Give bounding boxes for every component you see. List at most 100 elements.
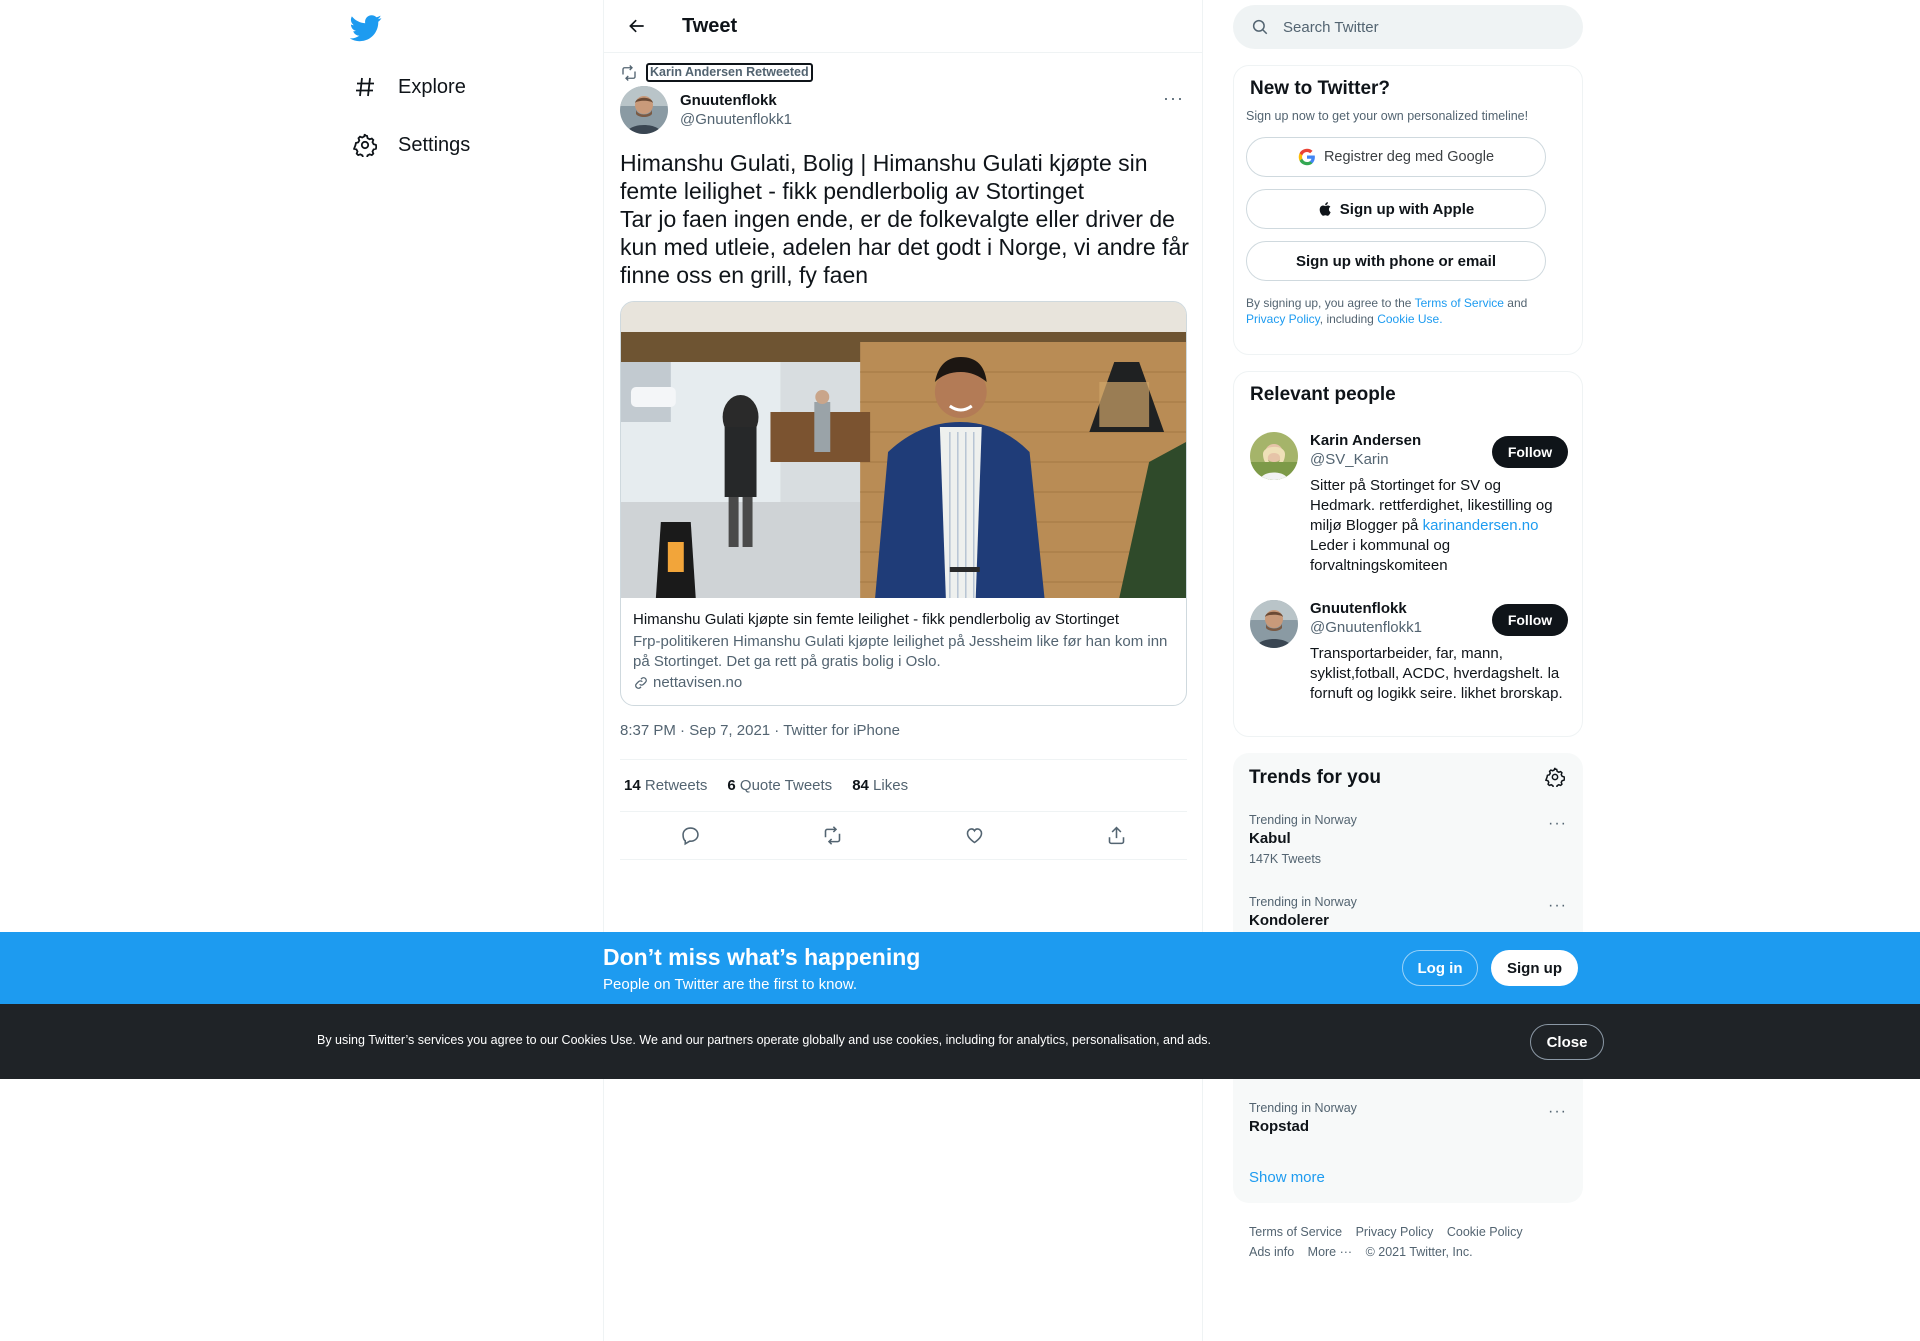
legal-and: and — [1507, 296, 1528, 310]
phone-signup-label: Sign up with phone or email — [1295, 252, 1496, 270]
follow-button[interactable]: Follow — [1492, 604, 1568, 636]
quotes-number: 6 — [727, 777, 736, 794]
card-description: Frp-politikeren Himanshu Gulati kjøpte l… — [633, 633, 1168, 670]
google-signup-label: Registrer deg med Google — [1323, 149, 1495, 165]
avatar[interactable] — [1250, 432, 1298, 480]
signup-banner: Don’t miss what’s happening People on Tw… — [0, 932, 1920, 1004]
retweet-icon — [620, 64, 638, 82]
quote-tweets-count[interactable]: 6 Quote Tweets — [727, 777, 832, 794]
banner-title: Don’t miss what’s happening — [603, 944, 921, 970]
follow-button[interactable]: Follow — [1492, 436, 1568, 468]
trend-name: Ropstad — [1249, 1118, 1309, 1135]
footer-privacy-link[interactable]: Privacy Policy — [1356, 1225, 1434, 1239]
trend-category: Trending in Norway — [1249, 1101, 1357, 1115]
author-name[interactable]: Gnuutenflokk — [680, 92, 792, 109]
nav-item-label: Explore — [398, 75, 466, 98]
person-bio: Sitter på Stortinget for SV og Hedmark. … — [1310, 476, 1566, 576]
tweet-time[interactable]: 8:37 PM — [620, 722, 676, 739]
reply-icon[interactable] — [674, 819, 708, 853]
main-column: Tweet Karin Andersen Retweeted Gnuutenfl… — [603, 0, 1203, 1341]
footer-copyright: © 2021 Twitter, Inc. — [1365, 1245, 1473, 1259]
more-options-icon[interactable]: ··· — [1548, 815, 1567, 833]
link-icon — [633, 675, 649, 691]
trend-count: 147K Tweets — [1249, 852, 1322, 866]
people-title: Relevant people — [1250, 384, 1396, 405]
trend-item[interactable]: Trending in Norway Kabul 147K Tweets ··· — [1249, 813, 1567, 866]
link-card[interactable]: Himanshu Gulati kjøpte sin femte leiligh… — [620, 301, 1187, 706]
bio-text: Leder i kommunal og forvaltningskomiteen — [1310, 537, 1451, 574]
trend-category: Trending in Norway — [1249, 813, 1357, 827]
privacy-link[interactable]: Privacy Policy — [1246, 312, 1320, 326]
tweet-text: Himanshu Gulati, Bolig | Himanshu Gulati… — [620, 149, 1190, 289]
footer-more-link[interactable]: More ··· — [1308, 1245, 1352, 1259]
trends-title: Trends for you — [1249, 767, 1381, 788]
cookie-use-link[interactable]: Cookie Use. — [1377, 312, 1442, 326]
nav-item-explore[interactable]: Explore — [352, 67, 466, 107]
tweet-author[interactable]: Gnuutenflokk @Gnuutenflokk1 — [620, 86, 792, 134]
card-title: Himanshu Gulati kjøpte sin femte leiligh… — [633, 611, 1120, 628]
tweet-text-line: Tar jo faen ingen ende, er de folkevalgt… — [620, 206, 1189, 288]
footer-ads-link[interactable]: Ads info — [1249, 1245, 1294, 1259]
gear-icon[interactable] — [1544, 767, 1567, 789]
tweet-stats: 14 Retweets 6 Quote Tweets 84 Likes — [620, 759, 1187, 812]
terms-link[interactable]: Terms of Service — [1415, 296, 1504, 310]
cookie-text: By using Twitter’s services you agree to… — [317, 1033, 1212, 1047]
retweets-count[interactable]: 14 Retweets — [624, 777, 707, 794]
card-domain-text: nettavisen.no — [653, 674, 743, 691]
more-options-icon[interactable]: ··· — [1548, 897, 1567, 915]
card-domain: nettavisen.no — [633, 674, 1174, 691]
relevant-people-panel: Relevant people Karin Andersen @SV_Karin… — [1233, 371, 1583, 737]
legal-including: , including — [1319, 312, 1374, 326]
likes-label: Likes — [873, 777, 909, 794]
person-card[interactable]: Gnuutenflokk @Gnuutenflokk1 Transportarb… — [1250, 600, 1568, 704]
avatar[interactable] — [620, 86, 668, 134]
like-heart-icon[interactable] — [957, 819, 991, 853]
tweet-header: Tweet — [604, 0, 1202, 53]
nav-item-label: Settings — [398, 133, 471, 156]
trend-name: Kondolerer — [1249, 912, 1330, 929]
apple-signup-button[interactable]: Sign up with Apple — [1246, 189, 1546, 229]
author-handle[interactable]: @Gnuutenflokk1 — [680, 111, 792, 128]
nav-item-settings[interactable]: Settings — [352, 125, 470, 165]
back-arrow-icon[interactable] — [620, 9, 654, 43]
person-card[interactable]: Karin Andersen @SV_Karin Sitter på Stort… — [1250, 432, 1568, 576]
signup-title: New to Twitter? — [1250, 78, 1391, 99]
more-options-icon[interactable]: ··· — [1163, 88, 1184, 109]
search-bar[interactable] — [1233, 5, 1583, 49]
retweets-number: 14 — [624, 777, 641, 794]
phone-email-signup-button[interactable]: Sign up with phone or email — [1246, 241, 1546, 281]
apple-signup-label: Sign up with Apple — [1339, 200, 1475, 218]
likes-count[interactable]: 84 Likes — [852, 777, 908, 794]
footer-cookie-link[interactable]: Cookie Policy — [1447, 1225, 1523, 1239]
gear-icon — [352, 132, 378, 158]
show-more-link[interactable]: Show more — [1249, 1169, 1325, 1186]
login-button[interactable]: Log in — [1402, 950, 1478, 986]
tweet-source[interactable]: Twitter for iPhone — [783, 722, 900, 739]
footer-terms-link[interactable]: Terms of Service — [1249, 1225, 1342, 1239]
twitter-bird-icon[interactable] — [349, 12, 382, 44]
search-input[interactable] — [1283, 18, 1543, 36]
banner-subtitle: People on Twitter are the first to know. — [603, 976, 858, 993]
trend-item[interactable]: Trending in Norway Ropstad ··· — [1249, 1101, 1567, 1135]
signup-panel: New to Twitter? Sign up now to get your … — [1233, 65, 1583, 355]
signup-subtitle: Sign up now to get your own personalized… — [1246, 109, 1529, 123]
tweet-text-line: Himanshu Gulati, Bolig | Himanshu Gulati… — [620, 150, 1148, 204]
tweet-date[interactable]: Sep 7, 2021 — [689, 722, 770, 739]
avatar[interactable] — [1250, 600, 1298, 648]
trend-item[interactable]: Trending in Norway Kondolerer ··· — [1249, 895, 1567, 929]
page-title: Tweet — [682, 14, 738, 37]
google-signup-button[interactable]: Registrer deg med Google — [1246, 137, 1546, 177]
trend-name: Kabul — [1249, 830, 1291, 847]
signup-button[interactable]: Sign up — [1491, 950, 1578, 986]
retweet-action-icon[interactable] — [816, 819, 850, 853]
footer-links: Terms of Service Privacy Policy Cookie P… — [1249, 1222, 1579, 1262]
more-options-icon[interactable]: ··· — [1548, 1103, 1567, 1121]
tweet-actions — [620, 812, 1187, 860]
quotes-label: Quote Tweets — [739, 777, 833, 794]
retweeted-by-link[interactable]: Karin Andersen Retweeted — [646, 63, 813, 82]
signup-legal: By signing up, you agree to the Terms of… — [1246, 295, 1566, 327]
share-icon[interactable] — [1099, 819, 1133, 853]
hashtag-icon — [352, 74, 378, 100]
cookie-close-button[interactable]: Close — [1530, 1024, 1604, 1060]
bio-link[interactable]: karinandersen.no — [1423, 517, 1539, 534]
